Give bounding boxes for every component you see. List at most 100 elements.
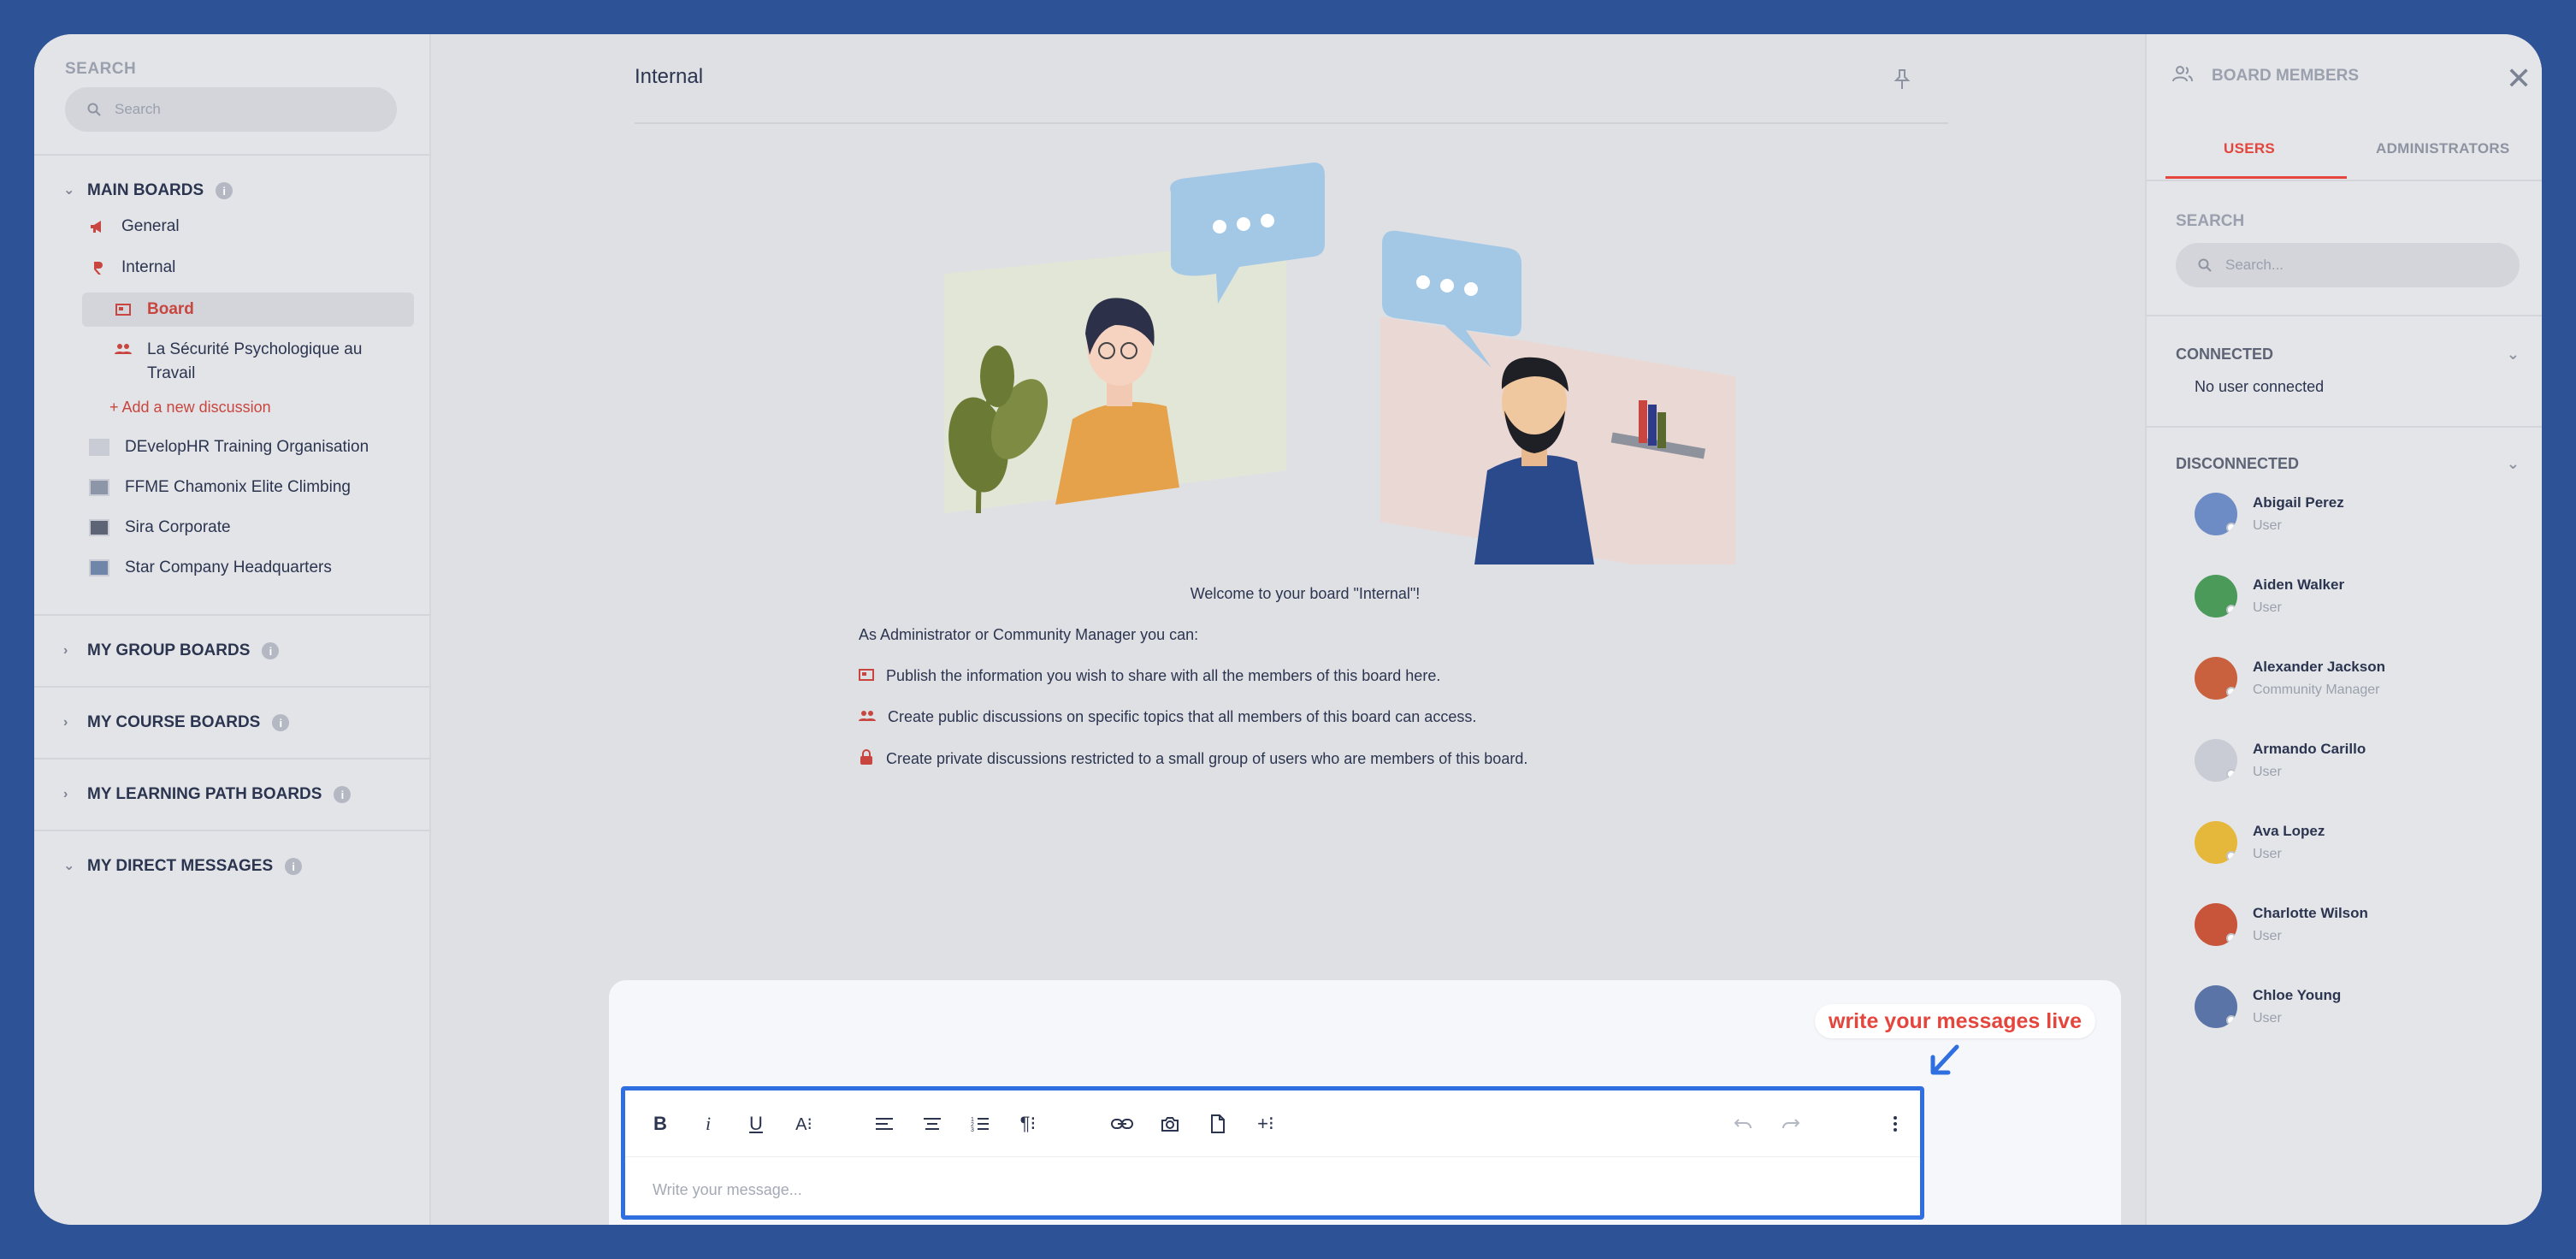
- file-icon[interactable]: [1203, 1109, 1232, 1138]
- discussion-label-line2: Travail: [147, 364, 196, 382]
- sidebar-search-label: SEARCH: [65, 60, 137, 78]
- section-course-boards[interactable]: › MY COURSE BOARDS i: [63, 713, 290, 732]
- avatar: [2195, 985, 2237, 1028]
- board-icon: [859, 667, 874, 685]
- close-icon[interactable]: ✕: [2506, 63, 2532, 94]
- insert-more-icon[interactable]: +⁝: [1251, 1109, 1280, 1138]
- sidebar-item-org-develophr[interactable]: DEvelopHR Training Organisation: [89, 438, 369, 457]
- sidebar-search-placeholder: Search: [115, 101, 161, 117]
- sidebar-item-discussion[interactable]: La Sécurité Psychologique au Travail: [115, 340, 362, 383]
- member-row[interactable]: Ava Lopez User: [2195, 821, 2325, 864]
- avatar: [2195, 739, 2237, 782]
- link-icon[interactable]: [1108, 1109, 1137, 1138]
- members-search-label: SEARCH: [2176, 212, 2245, 230]
- sidebar-item-internal[interactable]: Internal: [89, 258, 175, 277]
- pin-icon[interactable]: [1894, 68, 1911, 95]
- message-input[interactable]: [653, 1173, 1850, 1207]
- section-group-boards[interactable]: › MY GROUP BOARDS i: [63, 641, 280, 660]
- sidebar-item-board[interactable]: Board: [82, 293, 414, 327]
- disconnected-section-header[interactable]: DISCONNECTED ⌄: [2176, 455, 2520, 473]
- board-members-panel: BOARD MEMBERS ✕ USERS ADMINISTRATORS SEA…: [2145, 34, 2542, 1225]
- info-icon[interactable]: i: [272, 714, 290, 731]
- sidebar-item-label: Board: [147, 300, 194, 318]
- tab-users[interactable]: USERS: [2224, 140, 2275, 157]
- section-label: MAIN BOARDS: [87, 181, 204, 199]
- members-search-placeholder: Search...: [2225, 257, 2284, 273]
- sidebar-item-label: General: [121, 217, 180, 235]
- message-composer: write your messages live B i U A⁝ 123 ¶⁝: [609, 980, 2121, 1225]
- status-indicator: [2226, 523, 2236, 533]
- tab-administrators[interactable]: ADMINISTRATORS: [2376, 140, 2510, 157]
- camera-icon[interactable]: [1155, 1109, 1185, 1138]
- member-role: User: [2253, 765, 2282, 779]
- people-icon: [115, 340, 132, 358]
- bullet-public-discussions: Create public discussions on specific to…: [859, 708, 1476, 726]
- redo-icon[interactable]: [1776, 1109, 1805, 1138]
- avatar: [2195, 575, 2237, 618]
- chevron-down-icon: ⌄: [63, 183, 75, 198]
- member-row[interactable]: Alexander Jackson Community Manager: [2195, 657, 2385, 700]
- org-logo: [89, 559, 109, 576]
- align-left-icon[interactable]: [870, 1109, 899, 1138]
- info-icon[interactable]: i: [262, 642, 280, 659]
- message-editor: B i U A⁝ 123 ¶⁝ +⁝: [621, 1086, 1924, 1220]
- paragraph-icon[interactable]: ¶⁝: [1013, 1109, 1043, 1138]
- chevron-right-icon: ›: [63, 643, 68, 658]
- members-search-input[interactable]: Search...: [2176, 243, 2520, 287]
- lock-icon: [859, 749, 874, 769]
- divider: [34, 758, 431, 760]
- discussion-label-line1: La Sécurité Psychologique au: [147, 340, 363, 358]
- sidebar-item-org-star[interactable]: Star Company Headquarters: [89, 559, 332, 577]
- bold-icon[interactable]: B: [646, 1109, 675, 1138]
- align-center-icon[interactable]: [918, 1109, 947, 1138]
- divider: [34, 686, 431, 688]
- add-discussion-link[interactable]: + Add a new discussion: [109, 399, 271, 417]
- member-row[interactable]: Armando Carillo User: [2195, 739, 2366, 782]
- board-main: Internal Welcome to your board "Internal…: [431, 34, 2145, 1225]
- sidebar-item-org-ffme[interactable]: FFME Chamonix Elite Climbing: [89, 478, 351, 497]
- discussion-label: La Sécurité Psychologique au Travail: [147, 340, 362, 383]
- section-learning-path-boards[interactable]: › MY LEARNING PATH BOARDS i: [63, 785, 352, 804]
- member-name: Ava Lopez: [2253, 823, 2325, 839]
- divider: [2147, 426, 2542, 428]
- text-size-icon[interactable]: A⁝: [789, 1109, 818, 1138]
- ordered-list-icon[interactable]: 123: [966, 1109, 995, 1138]
- sidebar-item-general[interactable]: General: [89, 217, 180, 236]
- status-indicator: [2226, 687, 2236, 697]
- internal-board-icon: [89, 259, 106, 276]
- member-role: User: [2253, 518, 2282, 533]
- member-row[interactable]: Aiden Walker User: [2195, 575, 2344, 618]
- info-icon[interactable]: i: [216, 182, 233, 199]
- member-row[interactable]: Abigail Perez User: [2195, 493, 2344, 535]
- info-icon[interactable]: i: [285, 858, 303, 875]
- info-icon[interactable]: i: [334, 786, 352, 803]
- bullet-text: Create public discussions on specific to…: [888, 708, 1477, 725]
- section-label: MY COURSE BOARDS: [87, 713, 261, 731]
- member-row[interactable]: Charlotte Wilson User: [2195, 903, 2368, 946]
- page-title: Internal: [635, 65, 704, 88]
- section-label: MY GROUP BOARDS: [87, 641, 251, 659]
- sidebar-search-input[interactable]: Search: [65, 87, 397, 132]
- sidebar-item-label: Sira Corporate: [125, 518, 231, 536]
- italic-icon[interactable]: i: [694, 1109, 723, 1138]
- welcome-text: Welcome to your board "Internal"!: [1190, 585, 1421, 602]
- sidebar-item-label: Star Company Headquarters: [125, 559, 332, 576]
- welcome-illustration: [944, 163, 1740, 582]
- hint-label: write your messages live: [1815, 1004, 2095, 1038]
- underline-icon[interactable]: U: [741, 1109, 771, 1138]
- org-logo: [89, 479, 109, 496]
- undo-icon[interactable]: [1728, 1109, 1758, 1138]
- disconnected-label: DISCONNECTED: [2176, 455, 2300, 472]
- status-indicator: [2226, 769, 2236, 779]
- arrow-icon: [1928, 1043, 1962, 1082]
- megaphone-icon: [89, 218, 106, 235]
- bullet-text: Create private discussions restricted to…: [886, 750, 1528, 767]
- sidebar-item-label: DEvelopHR Training Organisation: [125, 438, 369, 456]
- section-main-boards[interactable]: ⌄ MAIN BOARDS i: [63, 181, 233, 200]
- connected-section-header[interactable]: CONNECTED ⌄: [2176, 346, 2520, 364]
- sidebar-item-org-sira[interactable]: Sira Corporate: [89, 518, 231, 537]
- member-row[interactable]: Chloe Young User: [2195, 985, 2341, 1028]
- section-direct-messages[interactable]: ⌄ MY DIRECT MESSAGES i: [63, 857, 303, 876]
- more-options-icon[interactable]: [1881, 1109, 1910, 1138]
- member-role: User: [2253, 847, 2282, 861]
